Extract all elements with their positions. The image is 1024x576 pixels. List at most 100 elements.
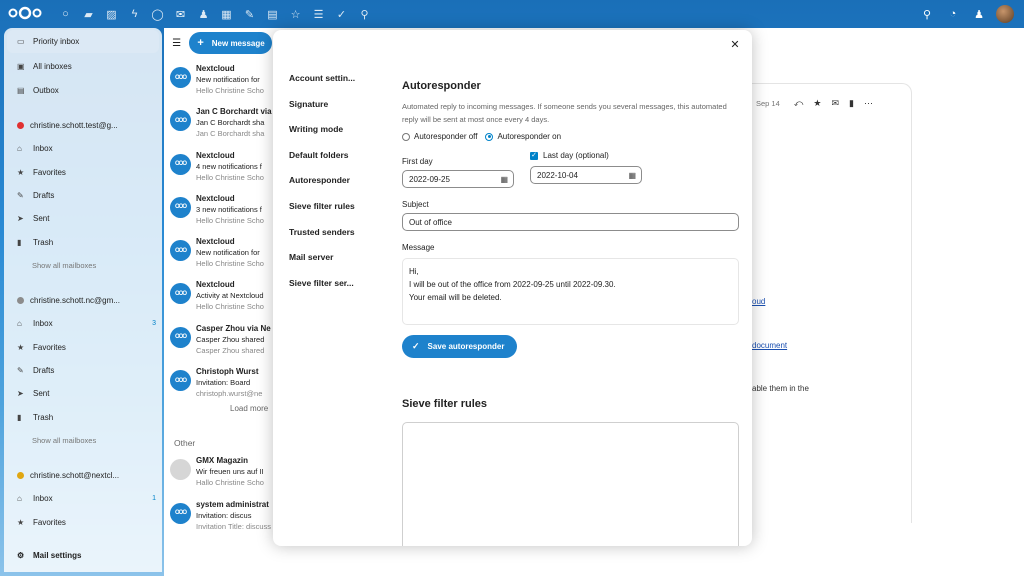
settings-nav-trusted-senders[interactable]: Trusted senders — [289, 227, 355, 253]
message-list: ☰ + New message OOO Nextcloud New notificat… — [164, 28, 272, 576]
settings-nav-sieve-server[interactable]: Sieve filter ser... — [289, 278, 355, 304]
calendar-icon[interactable]: ▦ — [215, 6, 238, 22]
contacts-menu-icon[interactable]: ♟ — [966, 5, 992, 23]
message-toolbar: Sep 14 ⤺ ★ ✉ ▮ ⋯ — [756, 98, 873, 109]
subject-input[interactable]: Out of office — [402, 213, 739, 231]
account-1-drafts[interactable]: ✎ Drafts — [4, 184, 162, 207]
other-heading: Other — [174, 438, 196, 449]
check-icon: ✓ — [412, 341, 420, 351]
menu-toggle-icon[interactable]: ☰ — [170, 33, 183, 53]
settings-nav-mail-server[interactable]: Mail server — [289, 252, 355, 278]
settings-nav-sieve-rules[interactable]: Sieve filter rules — [289, 201, 355, 227]
save-autoresponder-button[interactable]: ✓ Save autoresponder — [402, 335, 517, 358]
message-list-item[interactable]: OOO Christoph Wurst Invitation: Board chris… — [164, 361, 272, 404]
message-list-item[interactable]: OOO Nextcloud New notification for Hello Ch… — [164, 231, 272, 274]
delete-icon[interactable]: ▮ — [849, 98, 854, 109]
last-day-input[interactable]: 2022-10-04 ▦ — [530, 166, 642, 184]
activity-icon[interactable]: ϟ — [123, 6, 146, 22]
account-1-show-all[interactable]: Show all mailboxes — [4, 254, 162, 277]
checkmarks-icon[interactable]: ✓ — [330, 6, 353, 22]
account-1-sent[interactable]: ➤ Sent — [4, 207, 162, 230]
mail-icon[interactable]: ✉ — [169, 6, 192, 22]
settings-nav-account[interactable]: Account settin... — [289, 73, 355, 99]
nav-priority-inbox[interactable]: ▭ Priority inbox — [7, 30, 159, 54]
nav-outbox[interactable]: ▤ Outbox — [4, 79, 162, 102]
message-sender: Christoph Wurst — [196, 367, 259, 377]
autoresponder-on-radio[interactable] — [485, 132, 494, 141]
search-icon[interactable]: ⚲ — [914, 5, 940, 23]
photos-icon[interactable]: ▨ — [100, 6, 123, 22]
message-label: Message — [402, 243, 435, 252]
more-actions-icon[interactable]: ⋯ — [864, 98, 873, 109]
contacts-icon[interactable]: ♟ — [192, 6, 215, 22]
account-2-trash[interactable]: ▮ Trash — [4, 405, 162, 428]
account-3-favorites[interactable]: ★ Favorites — [4, 511, 162, 534]
account-1-favorites[interactable]: ★ Favorites — [4, 160, 162, 183]
close-icon[interactable]: ✕ — [728, 37, 742, 51]
deck-icon[interactable]: ▤ — [261, 6, 284, 22]
unread-count: 3 — [152, 320, 156, 328]
account-2-favorites[interactable]: ★ Favorites — [4, 336, 162, 359]
sender-avatar: OOO — [170, 240, 191, 262]
mark-unread-icon[interactable]: ✉ — [831, 98, 839, 109]
account-3[interactable]: christine.schott@nextcl... — [4, 464, 162, 487]
star-icon: ★ — [17, 342, 25, 352]
document-link[interactable]: document — [752, 341, 787, 350]
home-icon: ⌂ — [17, 494, 22, 504]
first-day-input[interactable]: 2022-09-25 ▦ — [402, 170, 514, 188]
dashboard-icon[interactable]: ○ — [54, 6, 77, 22]
settings-nav-default-folders[interactable]: Default folders — [289, 150, 355, 176]
message-list-item[interactable]: OOO Nextcloud New notification for Hello Ch… — [164, 58, 272, 101]
user-avatar[interactable] — [996, 5, 1014, 23]
autoresponder-toggle: Autoresponder off Autoresponder on — [402, 132, 740, 141]
account-1-inbox[interactable]: ⌂ Inbox — [4, 137, 162, 160]
autoresponder-off-radio[interactable] — [402, 132, 410, 141]
app-menu: ○ ▰ ▨ ϟ ◯ ✉ ♟ ▦ ✎ ▤ ☆ ☰ ✓ ⚲ — [54, 6, 376, 22]
message-preview: Hello Christine Scho — [196, 172, 264, 182]
new-message-button[interactable]: + New message — [189, 32, 272, 54]
sieve-rules-editor[interactable] — [402, 422, 739, 546]
message-preview: Hello Christine Scho — [196, 215, 264, 225]
account-1-trash[interactable]: ▮ Trash — [4, 230, 162, 253]
settings-nav-writing-mode[interactable]: Writing mode — [289, 124, 355, 150]
star-icon[interactable]: ★ — [813, 98, 821, 109]
notifications-icon[interactable]: ◔ — [940, 5, 966, 23]
list-toolbar: ☰ + New message — [164, 28, 272, 58]
talk-icon[interactable]: ◯ — [146, 6, 169, 22]
nav-all-inboxes[interactable]: ▣ All inboxes — [4, 55, 162, 78]
message-list-item[interactable]: OOO Casper Zhou via Ne Casper Zhou shared C… — [164, 318, 272, 361]
maps-icon[interactable]: ⚲ — [353, 6, 376, 22]
message-list-item[interactable]: OOO Nextcloud Activity at Nextcloud Hello C… — [164, 274, 272, 317]
account-2-show-all[interactable]: Show all mailboxes — [4, 429, 162, 452]
account-2-sent[interactable]: ➤ Sent — [4, 382, 162, 405]
account-3-inbox[interactable]: ⌂ Inbox 1 — [4, 487, 162, 510]
message-list-item[interactable]: GMX Magazin Wir freuen uns auf II Hallo Ch… — [164, 450, 272, 493]
files-icon[interactable]: ▰ — [77, 6, 100, 22]
account-2-inbox[interactable]: ⌂ Inbox 3 — [4, 312, 162, 335]
account-1[interactable]: christine.schott.test@g... — [4, 114, 162, 137]
mail-settings-button[interactable]: ⚙ Mail settings — [4, 544, 162, 566]
last-day-group: ✓ Last day (optional) 2022-10-04 ▦ — [530, 151, 642, 188]
other-messages-container: GMX Magazin Wir freuen uns auf II Hallo Ch… — [164, 450, 272, 537]
tasks-icon[interactable]: ☰ — [307, 6, 330, 22]
message-list-item[interactable]: OOO Nextcloud 3 new notifications f Hello C… — [164, 188, 272, 231]
reply-all-icon[interactable]: ⤺ — [794, 98, 804, 109]
load-more-button[interactable]: Load more — [164, 404, 272, 424]
message-preview: christoph.wurst@ne — [196, 389, 263, 399]
message-list-item[interactable]: OOO system administrat Invitation: discus I… — [164, 494, 272, 537]
nextcloud-logo[interactable] — [8, 6, 42, 20]
message-subject: 4 new notifications f — [196, 161, 262, 171]
message-textarea[interactable]: Hi, I will be out of the office from 202… — [402, 258, 739, 325]
message-list-item[interactable]: OOO Jan C Borchardt via Jan C Borchardt sh… — [164, 101, 272, 144]
message-sender: system administrat — [196, 499, 269, 509]
message-list-item[interactable]: OOO Nextcloud 4 new notifications f Hello C… — [164, 145, 272, 188]
outbox-icon: ▤ — [17, 85, 25, 95]
forms-icon[interactable]: ☆ — [284, 6, 307, 22]
account-2-drafts[interactable]: ✎ Drafts — [4, 359, 162, 382]
message-link[interactable]: oud — [752, 297, 765, 306]
settings-nav-signature[interactable]: Signature — [289, 99, 355, 125]
settings-nav-autoresponder[interactable]: Autoresponder — [289, 175, 355, 201]
notes-icon[interactable]: ✎ — [238, 6, 261, 22]
last-day-checkbox[interactable]: ✓ — [530, 151, 538, 160]
account-2[interactable]: christine.schott.nc@gm... — [4, 289, 162, 312]
